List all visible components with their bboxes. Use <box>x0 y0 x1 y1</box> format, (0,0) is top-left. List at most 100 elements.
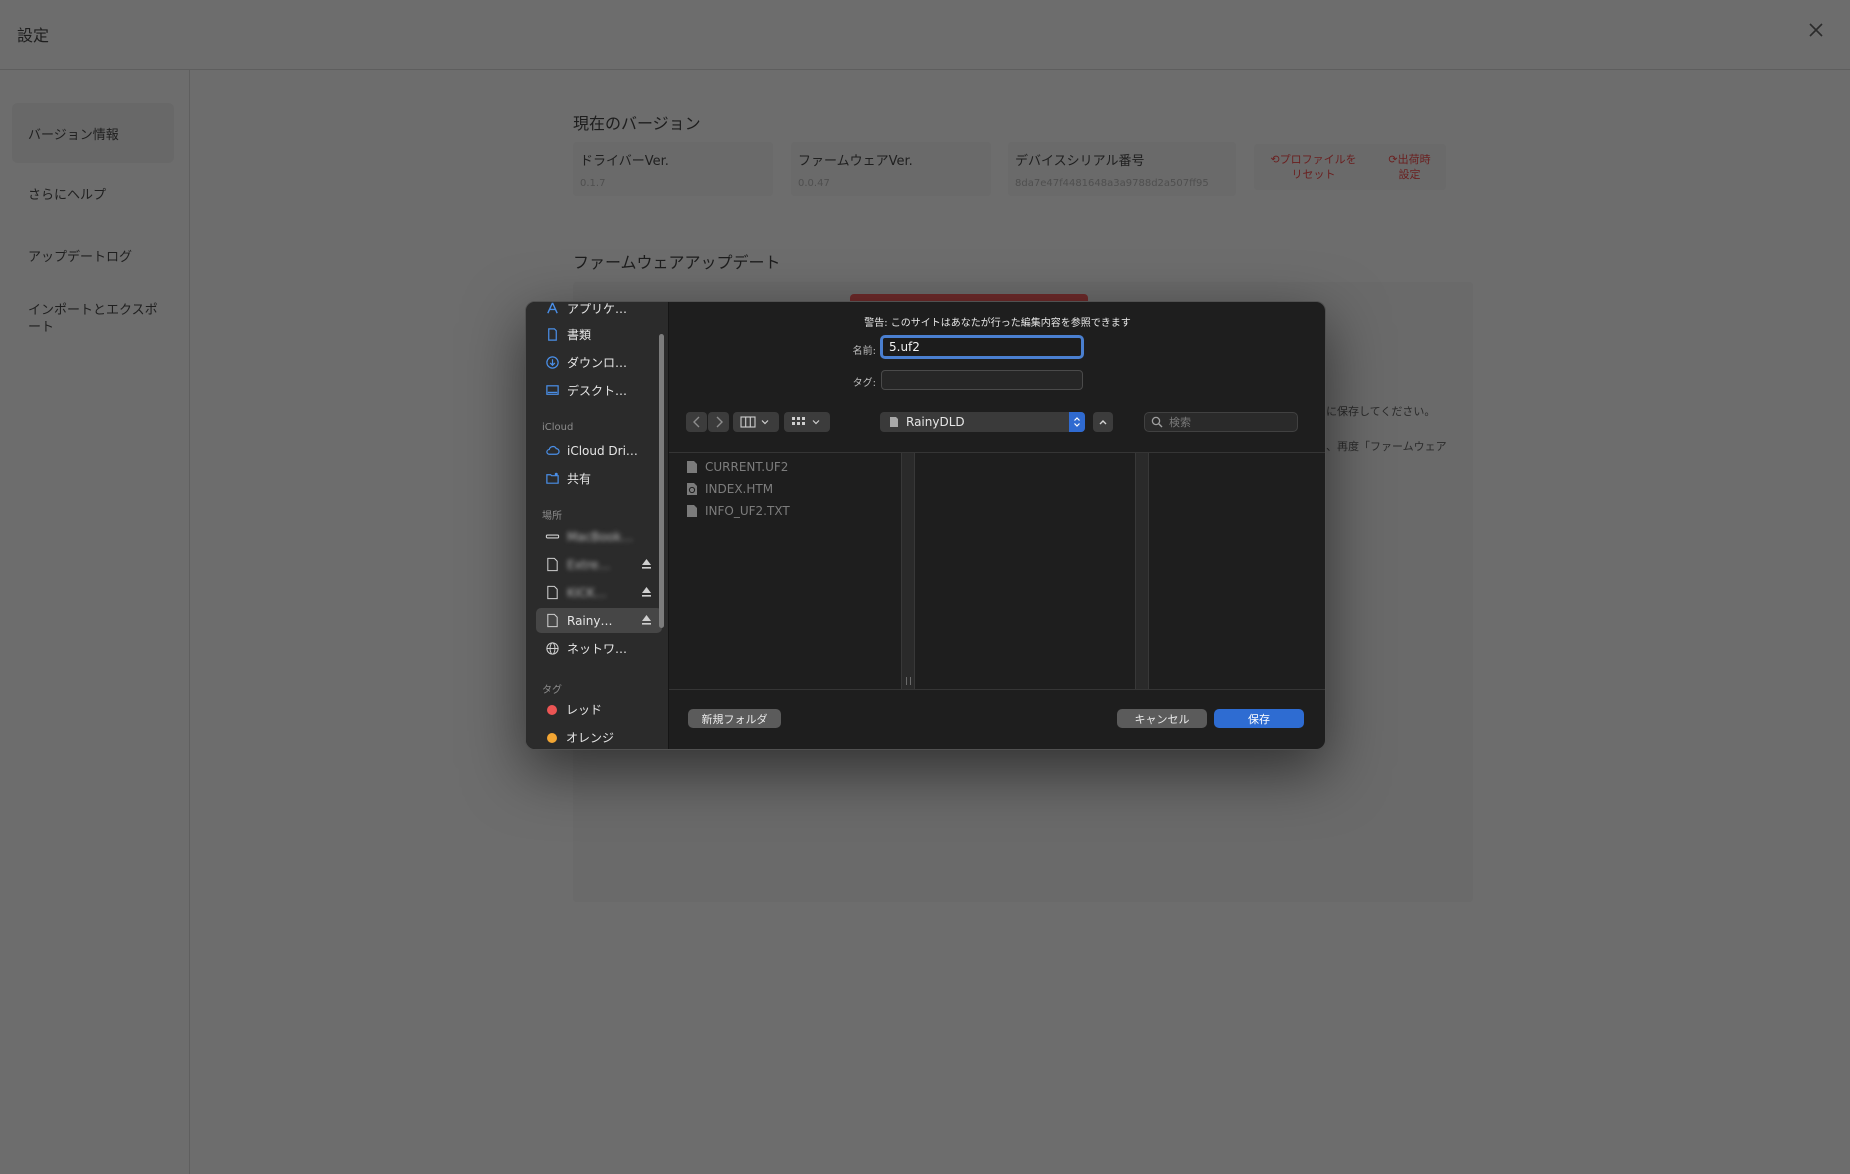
back-button[interactable] <box>686 412 707 432</box>
column-resizer[interactable] <box>1135 453 1149 689</box>
document-icon <box>544 327 560 343</box>
sidebar-item-update-log[interactable]: アップデートログ <box>12 240 174 270</box>
sidebar-item-applications[interactable]: アプリケ… <box>536 302 662 321</box>
refresh-icon: ⟳ <box>1388 153 1398 166</box>
desktop-icon <box>544 383 560 399</box>
file-browser: CURRENT.UF2 INDEX.HTM INFO_UF2.TXT <box>669 452 1325 690</box>
filename-input[interactable] <box>880 335 1084 359</box>
sidebar-item-label: Rainy… <box>567 613 613 628</box>
privacy-warning: 警告: このサイトはあなたが行った編集内容を参照できます <box>864 318 1131 329</box>
file-icon <box>687 461 697 473</box>
location-label: RainyDLD <box>906 415 965 429</box>
sidebar-item-label: KICK… <box>567 585 607 600</box>
downloads-icon <box>544 355 560 371</box>
sidebar-item-label: オレンジ <box>566 731 615 745</box>
column-resizer[interactable] <box>901 453 915 689</box>
sidebar-item-label: インポートとエクスポート <box>28 303 158 335</box>
firmware-note-2: 、再度「ファームウェア <box>1326 440 1447 453</box>
sidebar-item-downloads[interactable]: ダウンロ… <box>536 350 662 375</box>
sidebar-item-label: 書類 <box>567 328 592 342</box>
cancel-button[interactable]: キャンセル <box>1117 709 1207 728</box>
search-placeholder: 検索 <box>1169 416 1191 429</box>
firmware-version-card: ファームウェアVer. 0.0.47 <box>791 142 991 196</box>
group-button[interactable] <box>784 412 830 432</box>
sidebar-item-external-2[interactable]: KICK… <box>536 580 662 605</box>
file-item-current-uf2[interactable]: CURRENT.UF2 <box>686 457 788 477</box>
sidebar-item-label: アップデートログ <box>28 249 133 265</box>
eject-icon[interactable] <box>641 614 652 626</box>
sidebar-item-label: バージョン情報 <box>28 127 119 143</box>
save-button[interactable]: 保存 <box>1214 709 1304 728</box>
sidebar-item-rainydld[interactable]: Rainy… <box>536 608 662 633</box>
title-bar: 設定 <box>0 0 1850 70</box>
sidebar-item-label: レッド <box>566 703 603 717</box>
sidebar-item-label: Extre… <box>567 557 611 572</box>
tag-label: タグ: <box>852 378 876 389</box>
file-item-info-uf2-txt[interactable]: INFO_UF2.TXT <box>686 501 790 521</box>
view-mode-button[interactable] <box>733 412 779 432</box>
external-drive-icon <box>544 557 560 573</box>
forward-button[interactable] <box>708 412 729 432</box>
reset-profile-label: プロファイルをリセット <box>1279 153 1357 181</box>
file-name: INFO_UF2.TXT <box>705 504 790 518</box>
reset-profile-link[interactable]: ⟲プロファイルをリセット <box>1269 152 1359 182</box>
red-tag-dot <box>547 704 557 715</box>
cloud-icon <box>544 443 560 459</box>
grid-icon <box>792 417 820 425</box>
sidebar-item-network[interactable]: ネットワ… <box>536 636 662 661</box>
search-input[interactable]: 検索 <box>1144 412 1298 432</box>
sidebar-item-icloud-drive[interactable]: iCloud Dri… <box>536 438 662 463</box>
dialog-sidebar: アプリケ… 書類 ダウンロ… デスクト… iCloud iCloud Dri… … <box>526 302 669 749</box>
serial-number-value: 8da7e47f4481648a3a9788d2a507ff95 <box>1015 178 1209 189</box>
network-icon <box>544 641 560 657</box>
sidebar-item-label: iCloud Dri… <box>567 443 638 458</box>
sidebar-item-import-export[interactable]: インポートとエクスポート <box>12 298 174 340</box>
driver-version-label: ドライバーVer. <box>580 154 669 169</box>
sidebar-item-desktop[interactable]: デスクト… <box>536 378 662 403</box>
new-folder-button[interactable]: 新規フォルダ <box>688 709 781 728</box>
external-drive-icon <box>544 585 560 601</box>
factory-reset-link[interactable]: ⟳出荷時設定 <box>1388 152 1432 182</box>
eject-icon[interactable] <box>641 558 652 570</box>
sidebar-scrollbar[interactable] <box>659 334 664 628</box>
sidebar-item-label: MacBook… <box>567 529 634 544</box>
firmware-update-title: ファームウェアアップデート <box>573 253 781 272</box>
sidebar-item-version-info[interactable]: バージョン情報 <box>12 103 174 163</box>
stepper-icon <box>1069 412 1085 432</box>
sidebar-item-more-help[interactable]: さらにヘルプ <box>12 178 174 208</box>
collapse-button[interactable] <box>1093 412 1113 432</box>
external-drive-icon <box>544 613 560 629</box>
file-icon <box>687 505 697 517</box>
reset-actions: ⟲プロファイルをリセット ⟳出荷時設定 <box>1254 144 1446 190</box>
file-name: INDEX.HTM <box>705 482 774 496</box>
firmware-version-label: ファームウェアVer. <box>798 154 913 169</box>
sidebar-item-label: 共有 <box>567 472 592 486</box>
page-title: 設定 <box>17 26 50 45</box>
firmware-version-value: 0.0.47 <box>798 178 830 189</box>
applications-icon <box>544 302 560 317</box>
search-icon <box>1151 416 1163 428</box>
resize-grip-icon <box>906 677 911 685</box>
sidebar-item-documents[interactable]: 書類 <box>536 322 662 347</box>
sidebar-item-external-1[interactable]: Extre… <box>536 552 662 577</box>
tags-input[interactable] <box>881 370 1083 390</box>
name-label: 名前: <box>852 346 876 357</box>
sidebar-item-tag-orange[interactable]: オレンジ <box>536 725 662 749</box>
drive-icon <box>890 417 898 427</box>
sidebar-item-shared[interactable]: 共有 <box>536 466 662 491</box>
drive-icon <box>544 529 560 545</box>
chevron-left-icon <box>692 416 699 428</box>
eject-icon[interactable] <box>641 586 652 598</box>
shared-folder-icon <box>544 471 560 487</box>
factory-reset-label: 出荷時設定 <box>1397 153 1431 181</box>
sidebar-item-label: さらにヘルプ <box>28 187 107 203</box>
sidebar-item-tag-red[interactable]: レッド <box>536 697 662 722</box>
location-popup[interactable]: RainyDLD <box>880 412 1085 432</box>
serial-number-card: デバイスシリアル番号 8da7e47f4481648a3a9788d2a507f… <box>1008 142 1236 196</box>
file-item-index-htm[interactable]: INDEX.HTM <box>686 479 773 499</box>
close-icon[interactable] <box>1804 18 1828 42</box>
locations-section-header: 場所 <box>542 511 562 522</box>
sidebar-item-macintosh-hd[interactable]: MacBook… <box>536 524 662 549</box>
icloud-section-header: iCloud <box>542 422 574 433</box>
html-file-icon <box>687 483 697 495</box>
